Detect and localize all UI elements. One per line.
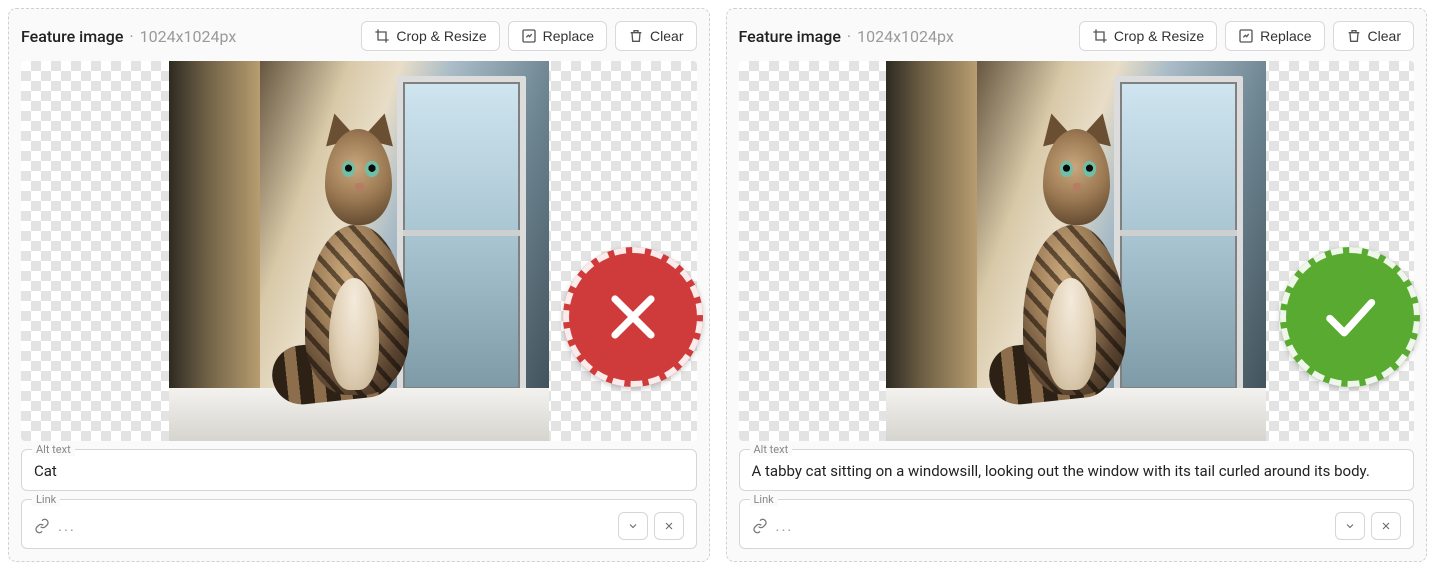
- image-preview-area[interactable]: [21, 61, 697, 441]
- clear-button[interactable]: Clear: [1333, 21, 1414, 51]
- x-small-icon: [1380, 520, 1392, 532]
- replace-icon: [521, 28, 537, 44]
- link-dropdown-button[interactable]: [618, 512, 648, 540]
- link-clear-button[interactable]: [1371, 512, 1401, 540]
- crop-resize-button[interactable]: Crop & Resize: [1079, 21, 1217, 51]
- alt-text-value[interactable]: A tabby cat sitting on a windowsill, loo…: [752, 462, 1402, 482]
- link-field[interactable]: Link ...: [739, 499, 1415, 549]
- alt-text-field[interactable]: Alt text A tabby cat sitting on a window…: [739, 449, 1415, 491]
- replace-button[interactable]: Replace: [1225, 21, 1324, 51]
- title-wrap: Feature image · 1024x1024px: [739, 27, 954, 46]
- separator-dot: ·: [129, 27, 133, 46]
- panel-header: Feature image · 1024x1024px Crop & Resiz…: [739, 21, 1415, 51]
- link-placeholder[interactable]: ...: [776, 517, 1328, 535]
- image-dimensions: 1024x1024px: [140, 27, 237, 46]
- image-dimensions: 1024x1024px: [857, 27, 954, 46]
- feature-image-panel: Feature image · 1024x1024px Crop & Resiz…: [726, 8, 1428, 562]
- alt-text-value[interactable]: Cat: [34, 462, 684, 482]
- link-label: Link: [750, 493, 778, 506]
- clear-button[interactable]: Clear: [615, 21, 696, 51]
- clear-label: Clear: [650, 28, 683, 44]
- alt-text-field[interactable]: Alt text Cat: [21, 449, 697, 491]
- link-field[interactable]: Link ...: [21, 499, 697, 549]
- link-clear-button[interactable]: [654, 512, 684, 540]
- link-placeholder[interactable]: ...: [58, 517, 610, 535]
- crop-icon: [374, 28, 390, 44]
- panel-title: Feature image: [739, 27, 841, 46]
- alt-text-label: Alt text: [750, 443, 793, 456]
- trash-icon: [628, 28, 644, 44]
- crop-icon: [1092, 28, 1108, 44]
- panel-title: Feature image: [21, 27, 123, 46]
- status-badge-good: [1280, 247, 1420, 387]
- link-icon: [752, 518, 768, 534]
- toolbar: Crop & Resize Replace Clear: [1079, 21, 1414, 51]
- replace-button[interactable]: Replace: [508, 21, 607, 51]
- crop-label: Crop & Resize: [1114, 28, 1204, 44]
- replace-label: Replace: [1260, 28, 1311, 44]
- link-mini-buttons: [1335, 512, 1401, 540]
- replace-label: Replace: [543, 28, 594, 44]
- caret-down-icon: [1344, 520, 1356, 532]
- separator-dot: ·: [847, 27, 851, 46]
- feature-image: [886, 61, 1266, 441]
- link-mini-buttons: [618, 512, 684, 540]
- alt-text-label: Alt text: [32, 443, 75, 456]
- panel-header: Feature image · 1024x1024px Crop & Resiz…: [21, 21, 697, 51]
- replace-icon: [1238, 28, 1254, 44]
- trash-icon: [1346, 28, 1362, 44]
- caret-down-icon: [627, 520, 639, 532]
- toolbar: Crop & Resize Replace Clear: [361, 21, 696, 51]
- feature-image: [169, 61, 549, 441]
- link-icon: [34, 518, 50, 534]
- image-preview-area[interactable]: [739, 61, 1415, 441]
- feature-image-panel: Feature image · 1024x1024px Crop & Resiz…: [8, 8, 710, 562]
- title-wrap: Feature image · 1024x1024px: [21, 27, 236, 46]
- clear-label: Clear: [1368, 28, 1401, 44]
- crop-label: Crop & Resize: [396, 28, 486, 44]
- link-dropdown-button[interactable]: [1335, 512, 1365, 540]
- status-badge-bad: [563, 247, 703, 387]
- link-label: Link: [32, 493, 60, 506]
- x-icon: [597, 281, 669, 353]
- crop-resize-button[interactable]: Crop & Resize: [361, 21, 499, 51]
- x-small-icon: [663, 520, 675, 532]
- check-icon: [1314, 281, 1386, 353]
